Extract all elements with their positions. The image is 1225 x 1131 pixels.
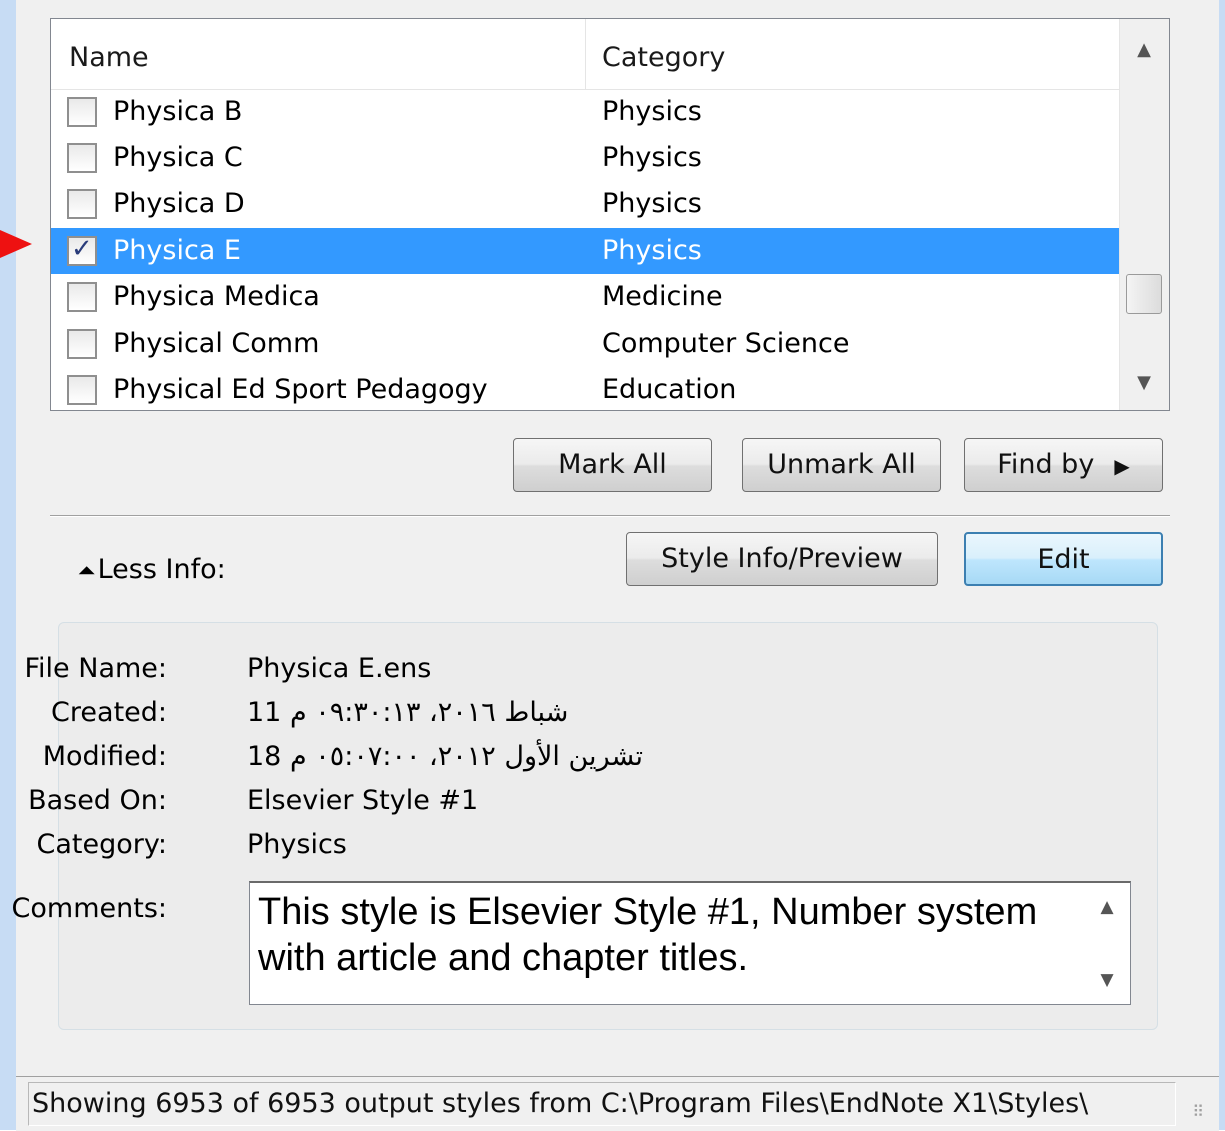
- based-on-label: Based On:: [28, 785, 167, 816]
- style-info-preview-button[interactable]: Style Info/Preview: [626, 532, 938, 586]
- style-category: Physics: [602, 142, 702, 173]
- list-scrollbar[interactable]: ▲ ▼: [1119, 19, 1169, 410]
- style-checkbox[interactable]: [67, 189, 97, 219]
- list-row-selected[interactable]: Physica E Physics: [51, 228, 1119, 274]
- created-value: شباط ٢٠١٦، ٠٩:٣٠:١٣ م 11: [247, 697, 569, 728]
- scroll-thumb[interactable]: [1126, 274, 1162, 314]
- less-info-toggle[interactable]: ⏶Less Info:: [78, 548, 226, 594]
- list-row[interactable]: Physica C Physics: [51, 135, 1119, 181]
- status-bar: Showing 6953 of 6953 output styles from …: [16, 1076, 1219, 1131]
- modified-label: Modified:: [42, 741, 167, 772]
- scroll-down-arrow-icon[interactable]: ▼: [1120, 360, 1168, 406]
- style-category: Physics: [602, 96, 702, 127]
- list-row[interactable]: Physica Medica Medicine: [51, 274, 1119, 320]
- edit-button[interactable]: Edit: [964, 532, 1163, 586]
- list-header: Name Category: [51, 19, 1119, 90]
- style-checkbox[interactable]: [67, 375, 97, 405]
- column-header-name[interactable]: Name: [51, 19, 586, 89]
- style-name: Physica D: [113, 188, 245, 219]
- style-name: Physical Comm: [113, 328, 320, 359]
- style-checkbox[interactable]: [67, 282, 97, 312]
- scroll-up-arrow-icon[interactable]: ▲: [1120, 27, 1168, 73]
- style-checkbox[interactable]: [67, 329, 97, 359]
- mark-all-button[interactable]: Mark All: [513, 438, 712, 492]
- less-info-label: Less Info:: [97, 554, 226, 585]
- file-name-label: File Name:: [24, 653, 167, 684]
- style-name: Physica Medica: [113, 281, 320, 312]
- style-category: Physics: [602, 235, 702, 266]
- file-name-value: Physica E.ens: [247, 653, 432, 684]
- find-by-button[interactable]: Find by ▶: [964, 438, 1163, 492]
- created-label: Created:: [51, 697, 167, 728]
- style-category: Medicine: [602, 281, 723, 312]
- comments-text[interactable]: This style is Elsevier Style #1, Number …: [258, 889, 1078, 981]
- style-checkbox[interactable]: [67, 143, 97, 173]
- style-category: Education: [602, 374, 737, 405]
- list-row[interactable]: Physical Ed Sport Pedagogy Education: [51, 367, 1119, 410]
- style-category: Computer Science: [602, 328, 850, 359]
- style-category: Physics: [602, 188, 702, 219]
- status-text: Showing 6953 of 6953 output styles from …: [32, 1088, 1089, 1119]
- style-name: Physica C: [113, 142, 243, 173]
- category-value: Physics: [247, 829, 347, 860]
- column-header-category[interactable]: Category: [586, 19, 1119, 89]
- style-checkbox-checked[interactable]: [67, 234, 97, 266]
- modified-value: تشرين الأول ٢٠١٢، ٠٥:٠٧:٠٠ م 18: [247, 741, 644, 772]
- window-frame-right: [1219, 0, 1225, 1130]
- collapse-arrow-icon: ⏶: [78, 559, 96, 584]
- style-checkbox[interactable]: [67, 97, 97, 127]
- list-row[interactable]: Physica D Physics: [51, 181, 1119, 227]
- comments-scroll-down-icon[interactable]: ▼: [1084, 970, 1130, 990]
- style-name: Physica B: [113, 96, 243, 127]
- category-label: Category:: [36, 829, 167, 860]
- submenu-arrow-icon: ▶: [1114, 454, 1130, 478]
- window-frame-left: [0, 0, 16, 1130]
- styles-list[interactable]: Name Category Physica B Physics Physica …: [50, 18, 1170, 411]
- comments-scrollbar[interactable]: ▲ ▼: [1084, 883, 1130, 1004]
- resize-grip-icon[interactable]: ⠿: [1192, 1102, 1205, 1121]
- unmark-all-button[interactable]: Unmark All: [742, 438, 941, 492]
- find-by-label: Find by: [997, 449, 1095, 480]
- divider: [50, 515, 1170, 517]
- style-info-panel: File Name: Physica E.ens Created: شباط ٢…: [12, 622, 1158, 1030]
- list-row[interactable]: Physical Comm Computer Science: [51, 321, 1119, 367]
- style-name: Physical Ed Sport Pedagogy: [113, 374, 488, 405]
- red-arrow-marker-icon: [0, 230, 32, 258]
- comments-scroll-up-icon[interactable]: ▲: [1084, 897, 1130, 917]
- style-name: Physica E: [113, 235, 241, 266]
- comments-textarea[interactable]: This style is Elsevier Style #1, Number …: [249, 881, 1131, 1005]
- list-row[interactable]: Physica B Physics: [51, 89, 1119, 135]
- based-on-value: Elsevier Style #1: [247, 785, 479, 816]
- comments-label: Comments:: [11, 893, 167, 924]
